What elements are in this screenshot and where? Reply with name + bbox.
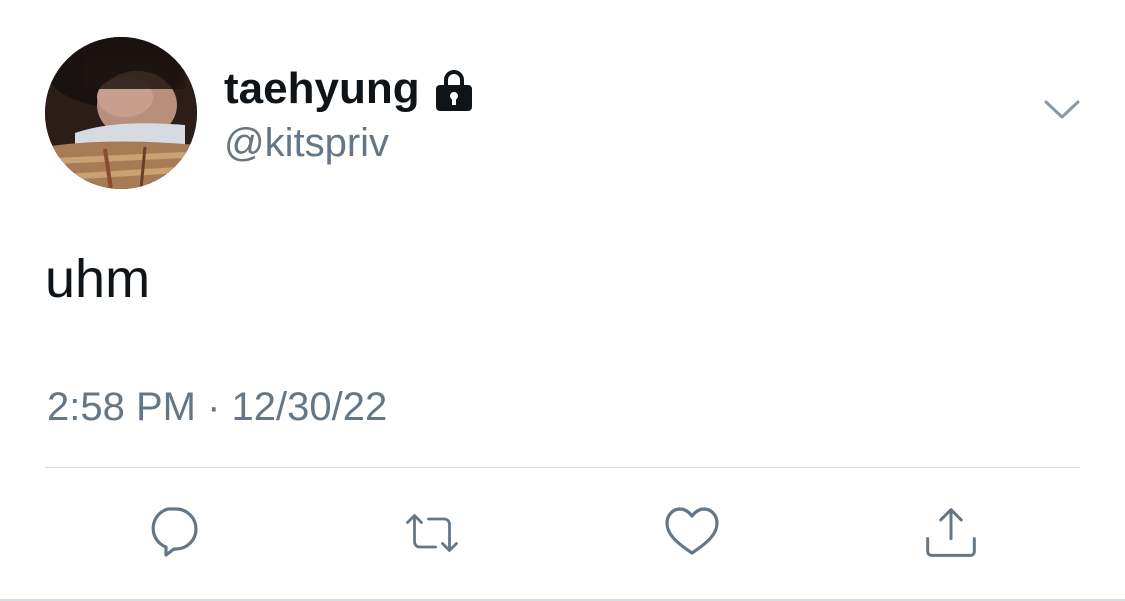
tweet-text: uhm <box>45 249 151 309</box>
avatar-photo <box>45 37 197 189</box>
handle[interactable]: @kitspriv <box>224 118 389 168</box>
like-button[interactable] <box>664 505 720 561</box>
chevron-down-icon[interactable] <box>1043 98 1081 122</box>
tweet-card: taehyung @kitspriv uhm 2:58 PM · 12/30/2… <box>0 0 1125 601</box>
retweet-icon <box>406 514 458 552</box>
display-name[interactable]: taehyung <box>224 62 420 116</box>
share-icon <box>926 508 976 557</box>
lock-icon <box>434 69 474 113</box>
share-button[interactable] <box>923 505 979 561</box>
retweet-button[interactable] <box>404 505 460 561</box>
reply-icon <box>151 507 198 557</box>
heart-icon <box>665 507 719 555</box>
timestamp[interactable]: 2:58 PM · 12/30/22 <box>47 382 387 432</box>
divider <box>45 467 1080 468</box>
avatar[interactable] <box>45 37 197 189</box>
reply-button[interactable] <box>146 505 202 561</box>
author-name-row: taehyung <box>224 62 474 116</box>
